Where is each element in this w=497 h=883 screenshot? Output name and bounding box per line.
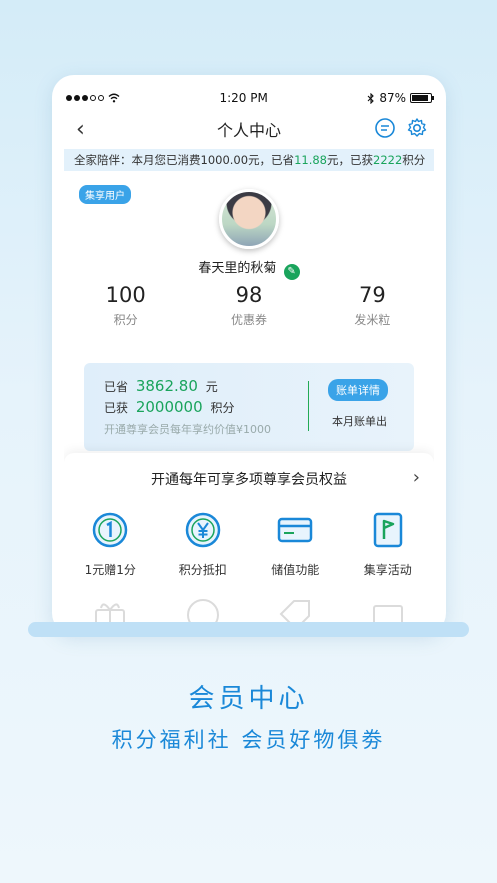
earned-unit: 积分 [210,401,235,415]
consumption-banner: 全家陪伴：本月您已消费 1000.00 元，已省 11.88 元，已获 2222… [64,149,434,171]
month-bill-text: 本月账单出 [332,415,387,428]
benefits-header[interactable]: 开通每年可享多项尊享会员权益 › [64,453,434,505]
banner-saved: 11.88 [294,153,327,167]
yen-coin-icon [185,512,220,548]
benefit-label: 储值功能 [271,563,320,577]
promo-title: 会员中心 [188,684,309,714]
promo-subtitle: 积分福利社 会员好物俱劵 [111,728,386,752]
benefit-label: 积分抵扣 [178,563,227,577]
gear-icon[interactable] [406,117,428,139]
banner-prefix: 全家陪伴：本月您已消费 [74,153,201,167]
nav-bar: ‹ 个人中心 [64,109,434,149]
benefits-sheet: 开通每年可享多项尊享会员权益 › 1元赠1分 积分抵扣 储值功能 集享活动 [64,453,434,635]
profile-section: 集享用户 春天里的秋菊 ✎ 100 积分 98 优惠券 79 发米粒 [64,171,434,327]
chevron-right-icon[interactable]: › [413,467,420,488]
benefit-label: 集享活动 [363,563,412,577]
phone-frame: 1:20 PM 87% ‹ 个人中心 全家陪伴：本月您已消费 1000.00 元… [52,75,446,635]
signal-icon [66,95,104,101]
battery-percent: 87% [379,91,406,105]
status-time: 1:20 PM [219,91,268,105]
avatar[interactable] [219,189,279,249]
page-title: 个人中心 [216,121,281,140]
stat-label: 优惠券 [230,313,267,327]
saved-row: 已省 3862.80 元 [104,377,218,395]
stat-value: 98 [235,283,263,307]
benefit-item-points-deduct[interactable]: 积分抵扣 [157,511,250,578]
stats-row: 100 积分 98 优惠券 79 发米粒 [64,283,434,328]
flag-icon [373,512,402,548]
stat-points[interactable]: 100 积分 [64,283,187,328]
user-name-row: 春天里的秋菊 ✎ [64,257,434,280]
status-bar: 1:20 PM 87% [64,87,434,109]
benefit-label: 1元赠1分 [84,563,136,577]
saved-unit: 元 [205,380,218,394]
saved-value: 3862.80 [135,377,198,395]
benefit-item-activities[interactable]: 集享活动 [342,511,435,578]
stat-label: 发米粒 [354,313,391,327]
earned-label: 已获 [104,401,129,415]
app-screen: 1:20 PM 87% ‹ 个人中心 全家陪伴：本月您已消费 1000.00 元… [64,87,434,635]
stat-value: 79 [358,283,386,307]
one-coin-icon [93,512,128,548]
scroll-indicator [28,622,469,637]
user-name: 春天里的秋菊 [198,261,277,276]
stat-value: 100 [105,283,146,307]
stat-label: 积分 [113,313,138,327]
savings-card: 已省 3862.80 元 已获 2000000 积分 开通尊享会员每年享约价值¥… [84,363,414,451]
edit-icon[interactable]: ✎ [283,264,300,280]
bluetooth-icon [367,92,375,104]
wifi-icon [108,93,120,103]
benefits-grid: 1元赠1分 积分抵扣 储值功能 集享活动 [64,511,434,578]
banner-points: 2222 [373,153,403,167]
savings-note: 开通尊享会员每年享约价值¥1000 [104,423,271,436]
earned-value: 2000000 [135,398,203,416]
benefits-title: 开通每年可享多项尊享会员权益 [151,472,347,488]
banner-mid2: 元，已获 [327,153,373,167]
back-button[interactable]: ‹ [76,117,85,142]
banner-mid1: 元，已省 [248,153,295,167]
card-icon [278,517,313,543]
bill-detail-button[interactable]: 账单详情 [328,379,388,401]
message-icon[interactable] [374,117,396,139]
earned-row: 已获 2000000 积分 [104,398,235,416]
member-tag: 集享用户 [79,185,131,204]
stat-rice[interactable]: 79 发米粒 [311,283,434,328]
divider [308,381,309,431]
banner-spent: 1000.00 [200,153,249,167]
benefit-item-stored-value[interactable]: 储值功能 [249,511,342,578]
stat-coupons[interactable]: 98 优惠券 [187,283,310,328]
battery-icon [410,93,434,103]
saved-label: 已省 [104,380,129,394]
banner-suffix: 积分 [402,153,426,167]
benefit-item-one-yuan[interactable]: 1元赠1分 [64,511,157,578]
